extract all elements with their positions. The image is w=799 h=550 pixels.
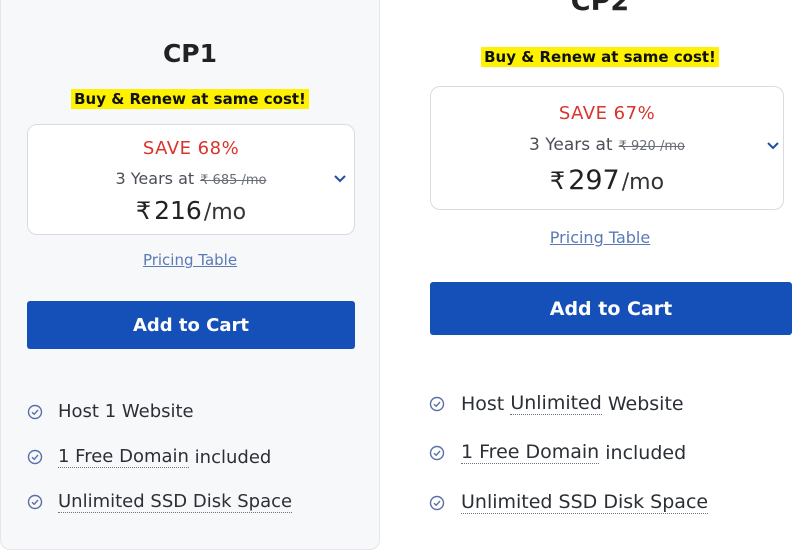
- term-text: 3 Years at ₹ 920 /mo: [431, 135, 783, 155]
- currency-symbol: ₹: [135, 197, 152, 225]
- pricing-table-label[interactable]: Pricing Table: [550, 228, 650, 247]
- price-period: /mo: [621, 170, 665, 195]
- feature-item: Unlimited SSD Disk Space: [429, 491, 709, 514]
- original-price: ₹ 685 /mo: [200, 173, 267, 188]
- term-selector[interactable]: SAVE 68% 3 Years at ₹ 685 /mo ₹216/mo: [27, 124, 355, 235]
- currency-symbol: ₹: [549, 167, 566, 195]
- feature-tooltip-term[interactable]: 1 Free Domain: [461, 441, 600, 464]
- save-percent: SAVE 68%: [142, 138, 240, 159]
- check-circle-icon: [27, 404, 43, 419]
- feature-text: included: [599, 441, 687, 464]
- pricing-table-link[interactable]: Pricing Table: [1, 251, 379, 269]
- feature-text: Host 1 Website: [58, 401, 194, 422]
- promo-banner: Buy & Renew at same cost!: [401, 47, 799, 67]
- original-price: ₹ 920 /mo: [618, 139, 685, 154]
- term-label: 3 Years at: [115, 169, 195, 188]
- check-circle-icon: [429, 495, 445, 510]
- pricing-table-link[interactable]: Pricing Table: [401, 228, 799, 247]
- promo-text: Buy & Renew at same cost!: [71, 89, 309, 109]
- chevron-down-icon[interactable]: [332, 171, 348, 187]
- term-text: 3 Years at ₹ 685 /mo: [28, 169, 354, 188]
- feature-item: 1 Free Domain included: [27, 446, 271, 468]
- price-period: /mo: [203, 200, 247, 225]
- current-price: ₹297/mo: [431, 165, 783, 196]
- add-to-cart-button[interactable]: Add to Cart: [27, 301, 355, 349]
- plan-card-cp2: CP2 Buy & Renew at same cost! SAVE 67% 3…: [401, 0, 799, 550]
- save-percent: SAVE 67%: [558, 103, 656, 124]
- feature-tooltip-term[interactable]: 1 Free Domain: [58, 446, 189, 468]
- feature-text: Website: [601, 392, 684, 415]
- plan-title: CP1: [162, 39, 218, 68]
- feature-tooltip-term[interactable]: Unlimited: [510, 392, 602, 415]
- promo-text: Buy & Renew at same cost!: [481, 47, 719, 67]
- feature-item: Host 1 Website: [27, 401, 194, 422]
- chevron-down-icon[interactable]: [765, 138, 781, 154]
- term-label: 3 Years at: [529, 135, 613, 155]
- term-selector[interactable]: SAVE 67% 3 Years at ₹ 920 /mo ₹297/mo: [430, 86, 784, 210]
- check-circle-icon: [27, 494, 43, 510]
- check-circle-icon: [27, 449, 43, 465]
- plan-title: CP2: [570, 0, 630, 17]
- feature-tooltip-term[interactable]: Unlimited SSD Disk Space: [461, 491, 709, 514]
- feature-item: Unlimited SSD Disk Space: [27, 491, 293, 513]
- feature-text: Host: [461, 392, 511, 415]
- plan-card-cp1: CP1 Buy & Renew at same cost! SAVE 68% 3…: [0, 0, 380, 550]
- add-to-cart-button[interactable]: Add to Cart: [430, 282, 792, 335]
- check-circle-icon: [429, 445, 445, 460]
- feature-item: 1 Free Domain included: [429, 441, 686, 464]
- promo-banner: Buy & Renew at same cost!: [1, 89, 379, 109]
- price-value: 297: [568, 165, 620, 196]
- pricing-table-label[interactable]: Pricing Table: [143, 251, 237, 269]
- current-price: ₹216/mo: [28, 196, 354, 225]
- feature-item: Host Unlimited Website: [429, 392, 684, 415]
- check-circle-icon: [429, 396, 445, 411]
- price-value: 216: [154, 196, 202, 225]
- feature-tooltip-term[interactable]: Unlimited SSD Disk Space: [58, 491, 293, 513]
- feature-text: included: [188, 446, 272, 468]
